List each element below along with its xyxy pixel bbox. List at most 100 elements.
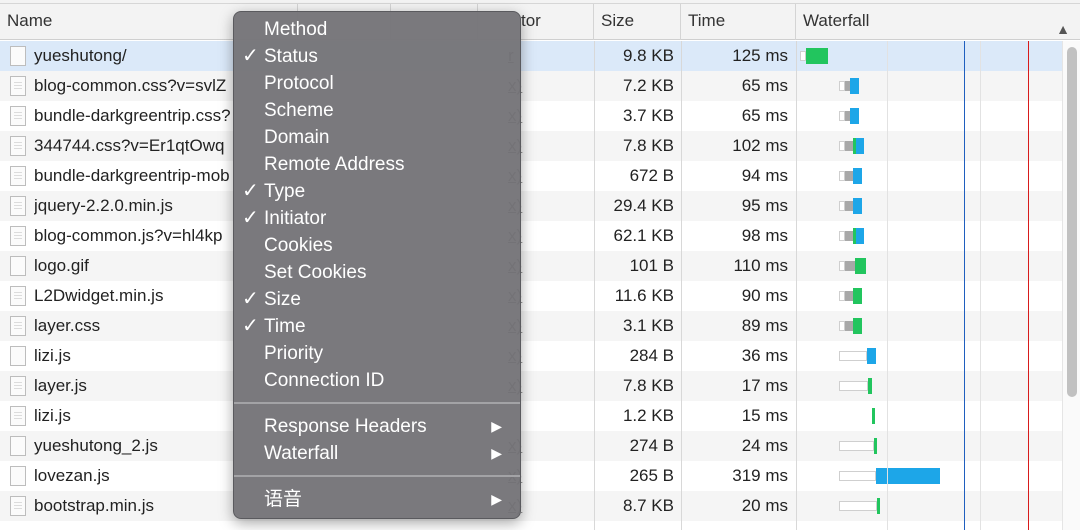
menu-item-time[interactable]: ✓ Time bbox=[234, 313, 520, 340]
table-row[interactable]: 344744.css?v=Er1qtOwqx)7.8 KB102 ms bbox=[0, 131, 1062, 161]
file-icon bbox=[10, 256, 26, 276]
column-header-size[interactable]: Size bbox=[594, 4, 681, 40]
column-header-initiator-label: tor bbox=[521, 11, 541, 30]
request-size: 7.8 KB bbox=[622, 136, 674, 155]
request-time: 110 ms bbox=[733, 256, 789, 275]
load-event-line bbox=[1028, 41, 1029, 530]
table-row[interactable]: logo.gifx)101 B110 ms bbox=[0, 251, 1062, 281]
menu-item-waterfall[interactable]: Waterfall ▶ bbox=[234, 440, 520, 467]
request-time: 319 ms bbox=[732, 466, 788, 485]
table-row[interactable]: blog-common.css?v=svlZx)7.2 KB65 ms bbox=[0, 71, 1062, 101]
request-time: 95 ms bbox=[741, 196, 788, 215]
waterfall-stalled-segment bbox=[844, 171, 854, 181]
menu-separator bbox=[234, 402, 520, 404]
request-time: 15 ms bbox=[741, 406, 788, 425]
menu-item-set-cookies[interactable]: Set Cookies bbox=[234, 259, 520, 286]
menu-item-cookies[interactable]: Cookies bbox=[234, 232, 520, 259]
request-time: 89 ms bbox=[741, 316, 788, 335]
submenu-arrow-icon: ▶ bbox=[491, 418, 502, 434]
menu-item-response-headers[interactable]: Response Headers ▶ bbox=[234, 413, 520, 440]
waterfall-download-segment bbox=[867, 348, 876, 364]
request-time: 94 ms bbox=[741, 166, 788, 185]
waterfall-gridline bbox=[980, 41, 981, 530]
request-size: 274 B bbox=[629, 436, 674, 455]
waterfall-queue-segment bbox=[839, 351, 868, 361]
waterfall-ttfb-segment bbox=[871, 408, 875, 424]
waterfall-stalled-segment bbox=[844, 291, 854, 301]
menu-item-remote-address[interactable]: Remote Address bbox=[234, 151, 520, 178]
column-divider bbox=[681, 41, 682, 530]
dom-content-loaded-line bbox=[964, 41, 965, 530]
waterfall-ttfb-segment bbox=[876, 498, 881, 514]
menu-item-label: Scheme bbox=[264, 100, 334, 121]
waterfall-stalled-segment bbox=[844, 261, 855, 271]
column-header-time[interactable]: Time bbox=[681, 4, 796, 40]
table-row[interactable]: lizi.js 1.2 KB 15 ms bbox=[0, 401, 1062, 431]
column-header-waterfall[interactable]: Waterfall ▲ bbox=[796, 4, 1080, 40]
request-time: 65 ms bbox=[741, 106, 788, 125]
table-row[interactable]: bundle-darkgreentrip.css?x)3.7 KB65 ms bbox=[0, 101, 1062, 131]
request-size: 8.7 KB bbox=[622, 496, 674, 515]
request-size: 7.2 KB bbox=[622, 76, 674, 95]
column-header-time-label: Time bbox=[688, 11, 726, 30]
table-row[interactable]: L2Dwidget.min.jsx)11.6 KB90 ms bbox=[0, 281, 1062, 311]
waterfall-ttfb-segment bbox=[853, 288, 862, 304]
menu-item-initiator[interactable]: ✓ Initiator bbox=[234, 205, 520, 232]
table-row[interactable]: yueshutong_2.jsx)274 B24 ms bbox=[0, 431, 1062, 461]
waterfall-download-segment bbox=[850, 108, 859, 124]
menu-item-scheme[interactable]: Scheme bbox=[234, 97, 520, 124]
waterfall-ttfb-segment bbox=[853, 318, 862, 334]
menu-item-status[interactable]: ✓ Status bbox=[234, 43, 520, 70]
request-size: 62.1 KB bbox=[613, 226, 675, 245]
menu-item-label: Type bbox=[264, 181, 306, 202]
menu-item-connection-id[interactable]: Connection ID bbox=[234, 367, 520, 394]
file-icon bbox=[10, 406, 26, 426]
request-size: 7.8 KB bbox=[622, 376, 674, 395]
table-row[interactable]: jquery-2.2.0.min.jsx)29.4 KB95 ms bbox=[0, 191, 1062, 221]
checkmark-icon: ✓ bbox=[242, 207, 259, 229]
table-row[interactable]: lovezan.jsx)265 B319 ms bbox=[0, 461, 1062, 491]
request-time: 125 ms bbox=[732, 46, 788, 65]
column-header-waterfall-label: Waterfall bbox=[803, 11, 870, 30]
file-icon bbox=[10, 226, 26, 246]
waterfall-queue-segment bbox=[839, 381, 869, 391]
menu-item-method[interactable]: Method bbox=[234, 16, 520, 43]
waterfall-download-segment bbox=[856, 228, 865, 244]
request-size: 1.2 KB bbox=[622, 406, 674, 425]
table-row[interactable]: bundle-darkgreentrip-mobx)672 B94 ms bbox=[0, 161, 1062, 191]
scrollbar-thumb[interactable] bbox=[1067, 47, 1077, 397]
file-icon bbox=[10, 196, 26, 216]
menu-item-language[interactable]: 语音 ▶ bbox=[234, 486, 520, 513]
table-row[interactable]: bootstrap.min.jsx)8.7 KB20 ms bbox=[0, 491, 1062, 521]
menu-item-label: Set Cookies bbox=[264, 262, 367, 283]
waterfall-download-segment bbox=[856, 138, 865, 154]
file-icon bbox=[10, 136, 26, 156]
menu-item-priority[interactable]: Priority bbox=[234, 340, 520, 367]
waterfall-download-segment bbox=[876, 468, 940, 484]
table-row[interactable]: layer.jsx)7.8 KB17 ms bbox=[0, 371, 1062, 401]
menu-item-size[interactable]: ✓ Size bbox=[234, 286, 520, 313]
table-row[interactable]: lizi.jsx)284 B36 ms bbox=[0, 341, 1062, 371]
menu-item-label: Size bbox=[264, 289, 301, 310]
checkmark-icon: ✓ bbox=[242, 45, 259, 67]
request-size: 284 B bbox=[629, 346, 674, 365]
table-row[interactable]: yueshutong/r9.8 KB125 ms bbox=[0, 41, 1062, 71]
waterfall-download-segment bbox=[853, 168, 862, 184]
request-size: 265 B bbox=[629, 466, 674, 485]
request-size: 9.8 KB bbox=[622, 46, 674, 65]
table-row[interactable]: layer.cssx)3.1 KB89 ms bbox=[0, 311, 1062, 341]
request-size: 3.7 KB bbox=[622, 106, 674, 125]
file-icon bbox=[10, 76, 26, 96]
table-row[interactable]: blog-common.js?v=hl4kpx)62.1 KB98 ms bbox=[0, 221, 1062, 251]
request-time: 20 ms bbox=[741, 496, 788, 515]
menu-item-label: Waterfall bbox=[264, 443, 339, 464]
request-size: 101 B bbox=[629, 256, 674, 275]
file-icon bbox=[10, 496, 26, 516]
menu-item-label: Connection ID bbox=[264, 370, 385, 391]
sort-ascending-icon[interactable]: ▲ bbox=[1056, 12, 1070, 40]
menu-item-type[interactable]: ✓ Type bbox=[234, 178, 520, 205]
vertical-scrollbar[interactable] bbox=[1062, 41, 1080, 530]
menu-item-domain[interactable]: Domain bbox=[234, 124, 520, 151]
menu-item-label: Time bbox=[264, 316, 306, 337]
menu-item-protocol[interactable]: Protocol bbox=[234, 70, 520, 97]
